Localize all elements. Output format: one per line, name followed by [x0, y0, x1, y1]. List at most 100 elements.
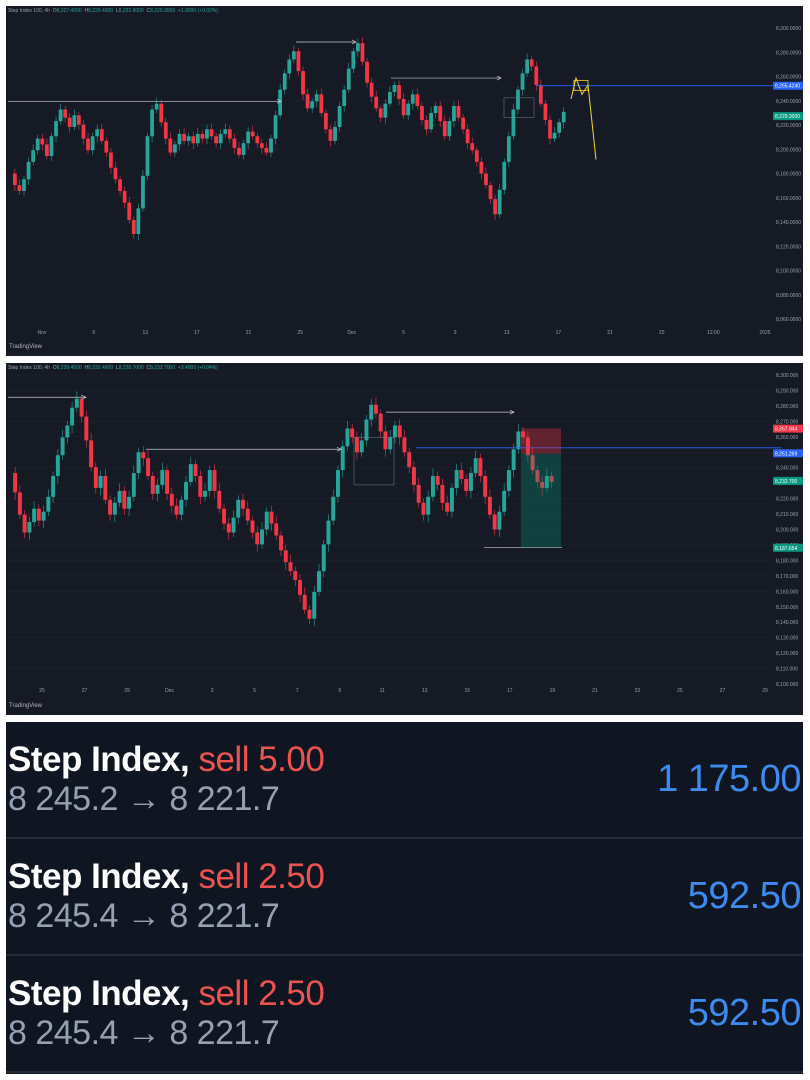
candle-body	[342, 89, 347, 106]
x-tick-label: 17	[194, 330, 200, 336]
candle-body	[209, 129, 214, 137]
candle-body	[337, 105, 342, 127]
candle-body	[288, 562, 293, 572]
candle-body	[392, 425, 397, 438]
candles	[13, 391, 554, 627]
candle-body	[354, 437, 359, 453]
candle-body	[312, 591, 317, 619]
candlestick-chart-top[interactable]: 8,300.0000 8,280.0000 8,260.0000 8,240.0000…	[6, 6, 803, 356]
candle-body	[70, 407, 75, 426]
candle-body	[420, 105, 424, 120]
x-tick-label: 21	[607, 330, 613, 336]
grid-lines	[8, 27, 771, 320]
candle-body	[113, 167, 118, 180]
candle-body	[259, 143, 264, 148]
candle-body	[470, 143, 475, 151]
y-tick-label: 8,100.000	[776, 682, 798, 688]
y-tick-label: 8,110.000	[776, 667, 798, 673]
candle-body	[31, 150, 36, 162]
chart-panel-bottom[interactable]: 8,300.000 8,290.000 8,280.000 8,270.000 8,26…	[6, 363, 803, 715]
candle-body	[22, 514, 27, 533]
candle-body	[136, 208, 141, 235]
price-label-text: 8,255.4240	[775, 84, 800, 90]
candle-body	[478, 458, 483, 477]
candle-body	[421, 502, 426, 515]
candle-body	[484, 173, 488, 186]
candle-body	[401, 99, 406, 116]
x-tick-label: 29	[762, 688, 768, 694]
candle-body	[430, 476, 435, 497]
candlestick-chart-bottom[interactable]: 8,300.000 8,290.000 8,280.000 8,270.000 8,26…	[6, 363, 803, 715]
y-tick-label: 8,120.0000	[776, 244, 801, 250]
candle-body	[193, 464, 198, 477]
candle-body	[109, 152, 113, 168]
candle-body	[433, 105, 438, 113]
candle-body	[188, 464, 193, 482]
candle-body	[369, 82, 374, 97]
candle-body	[483, 476, 488, 497]
y-tick-label: 8,240.000	[776, 466, 798, 472]
candle-body	[293, 571, 298, 581]
x-tick-label: 9	[338, 688, 341, 694]
candle-body	[474, 150, 479, 162]
candle-body	[141, 452, 146, 459]
candle-body	[452, 105, 456, 122]
trade-side: sell 2.50	[198, 857, 325, 896]
candle-body	[74, 398, 79, 408]
y-tick-label: 8,180.0000	[776, 172, 801, 178]
trade-row[interactable]: Step Index, sell 2.50 8 245.4 → 8 221.7 …	[6, 839, 803, 956]
candle-body	[117, 490, 122, 503]
candle-body	[359, 440, 364, 453]
candle-body	[369, 404, 374, 420]
y-tick-label: 8,060.0000	[776, 317, 801, 323]
x-tick-label: 11	[380, 688, 385, 694]
candle-body	[35, 138, 40, 151]
change-value: +1.9000 (+0.02%)	[177, 8, 218, 14]
chart-panel-top[interactable]: 8,300.0000 8,280.0000 8,260.0000 8,240.0000…	[6, 6, 803, 356]
candle-body	[232, 138, 237, 148]
candle-body	[118, 179, 122, 191]
candle-body	[442, 121, 447, 137]
x-tick-label: Dec	[347, 330, 356, 336]
x-tick-label: 25	[39, 688, 45, 694]
candle-body	[207, 470, 212, 491]
candle-body	[159, 103, 164, 123]
candle-body	[459, 470, 464, 479]
candle-body	[301, 71, 305, 95]
y-tick-label: 8,120.000	[776, 651, 798, 657]
candle-body	[529, 59, 534, 67]
candle-body	[150, 476, 155, 494]
candle-body	[46, 496, 51, 512]
trade-prices: 8 245.4 → 8 221.7	[8, 897, 280, 935]
candle-body	[552, 132, 557, 139]
trade-title: Step Index, sell 2.50	[8, 857, 325, 897]
candle-body	[328, 129, 333, 141]
trade-title: Step Index, sell 5.00	[8, 740, 325, 780]
candle-body	[402, 437, 407, 453]
candle-body	[191, 136, 196, 144]
candle-body	[493, 199, 497, 215]
candle-body	[127, 202, 132, 221]
candle-body	[538, 85, 543, 104]
candle-body	[378, 413, 383, 432]
candle-body	[122, 190, 127, 203]
trade-row[interactable]: Step Index, sell 2.50 8 245.4 → 8 221.7 …	[6, 956, 803, 1073]
candle-body	[397, 425, 402, 438]
candle-body	[323, 112, 328, 130]
candle-body	[346, 68, 351, 90]
y-tick-label: 8,100.0000	[776, 269, 801, 275]
take-profit-zone	[521, 453, 561, 548]
candle-body	[160, 470, 165, 485]
candle-body	[40, 138, 45, 145]
x-tick-label: 25	[659, 330, 665, 336]
candle-body	[195, 133, 200, 144]
y-tick-label: 8,260.000	[776, 435, 798, 441]
candle-body	[236, 499, 241, 518]
candle-body	[497, 189, 502, 215]
trade-row[interactable]: Step Index, sell 5.00 8 245.2 → 8 221.7 …	[6, 722, 803, 839]
close-value: 8,229.3000	[150, 8, 176, 14]
candle-body	[49, 136, 54, 157]
candle-body	[241, 143, 246, 155]
x-tick-label: 27	[720, 688, 726, 694]
x-tick-label: 9	[454, 330, 457, 336]
